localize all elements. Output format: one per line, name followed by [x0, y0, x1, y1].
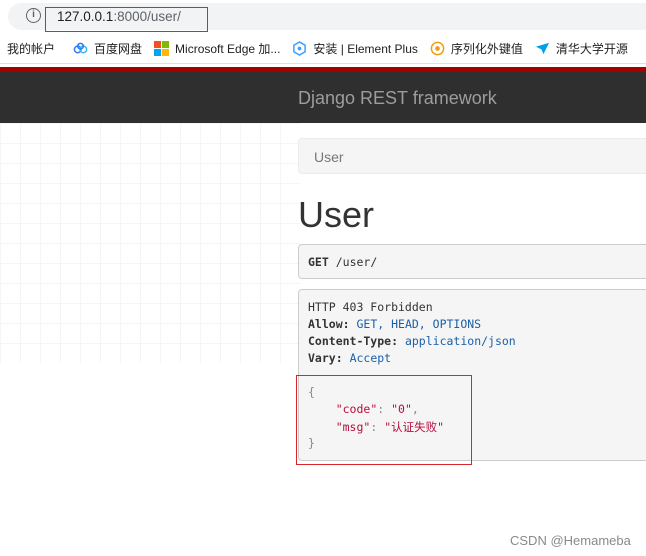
header-name: Allow:	[308, 317, 350, 331]
address-bar: i 127.0.0.1:8000/user/	[0, 0, 646, 34]
request-path: /user/	[335, 255, 378, 269]
bookmark-label: 百度网盘	[94, 42, 143, 56]
bookmark-label: 序列化外键值	[450, 42, 523, 56]
bookmark-baidu-pan[interactable]: 百度网盘	[73, 40, 142, 57]
element-plus-icon	[293, 41, 307, 56]
bookmark-label: 我的帐户	[7, 42, 56, 56]
bookmark-label: Microsoft Edge 加...	[175, 42, 281, 56]
page-title: User	[298, 194, 375, 235]
info-icon[interactable]: i	[26, 8, 41, 23]
breadcrumb-item-user[interactable]: User	[314, 149, 344, 165]
cloud-icon	[73, 42, 88, 54]
breadcrumb: User	[298, 138, 646, 174]
bookmark-label: 清华大学开源	[555, 42, 628, 56]
bookmark-tsinghua[interactable]: 清华大学开源	[535, 40, 628, 57]
url-text[interactable]: 127.0.0.1:8000/user/	[57, 9, 181, 24]
response-header-vary: Vary: Accept	[308, 351, 391, 365]
json-highlight-box	[296, 375, 472, 465]
bookmark-microsoft-edge[interactable]: Microsoft Edge 加...	[154, 40, 280, 57]
bookmark-serialize-fk[interactable]: 序列化外键值	[430, 40, 523, 57]
bookmark-element-plus[interactable]: 安装 | Element Plus	[292, 40, 418, 57]
background-grid	[0, 123, 300, 363]
header-value: GET, HEAD, OPTIONS	[356, 317, 482, 331]
url-host: 127.0.0.1	[57, 9, 114, 24]
request-line: GET /user/	[308, 255, 377, 269]
header-value: application/json	[404, 334, 516, 348]
response-status: HTTP 403 Forbidden	[308, 300, 433, 314]
request-info: GET /user/	[298, 244, 646, 279]
bookmark-my-account[interactable]: 我的帐户	[7, 40, 55, 57]
bookmark-label: 安装 | Element Plus	[313, 42, 418, 56]
watermark: CSDN @Hemameba	[510, 533, 631, 548]
microsoft-logo-icon	[154, 41, 170, 56]
response-header-allow: Allow: GET, HEAD, OPTIONS	[308, 317, 481, 331]
bird-icon	[535, 42, 549, 55]
bookmarks-bar: 我的帐户 百度网盘 Microsoft Edge 加... 安装 | Eleme…	[0, 34, 646, 64]
header-name: Content-Type:	[308, 334, 399, 348]
orange-circle-icon	[430, 41, 445, 56]
navbar: Django REST framework	[0, 72, 646, 123]
header-value: Accept	[349, 351, 392, 365]
url-path: :8000/user/	[113, 9, 181, 24]
response-header-content-type: Content-Type: application/json	[308, 334, 516, 348]
request-method: GET	[308, 255, 329, 269]
header-name: Vary:	[308, 351, 343, 365]
brand-link[interactable]: Django REST framework	[298, 88, 497, 109]
